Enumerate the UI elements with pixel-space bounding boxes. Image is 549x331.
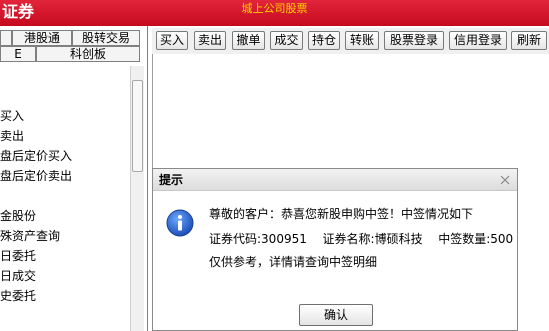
menu-item-today-trades[interactable]: 日成交 xyxy=(0,266,130,286)
menu-item-after-hours-sell[interactable]: 盘后定价卖出 xyxy=(0,166,130,186)
buy-button[interactable]: 买入 xyxy=(156,31,188,50)
code-label: 证券代码: xyxy=(209,232,262,246)
scrollbar-thumb[interactable] xyxy=(132,80,143,172)
refresh-button[interactable]: 刷新 xyxy=(511,31,547,50)
greeting-text: 尊敬的客户：恭喜您新股申购中签！中签情况如下 xyxy=(209,207,474,221)
menu-item-special-assets[interactable]: 殊资产查询 xyxy=(0,226,130,246)
allotment-details: 证券代码:300951 证券名称:博硕科技 中签数量:500 xyxy=(209,230,513,247)
menu-item-funds[interactable]: 金股份 xyxy=(0,206,130,226)
title-bar: 证券 城上公司股票 xyxy=(0,0,549,26)
tab-partial-e[interactable]: E xyxy=(0,46,36,62)
lottery-result-dialog: 提示 尊敬的客户：恭喜您新股申购中签！中签情况如下 证券代码:300951 证券… xyxy=(152,168,518,331)
tab-row-bottom: E 科创板 xyxy=(0,46,148,62)
name-value: 博硕科技 xyxy=(374,232,423,246)
name-label: 证券名称: xyxy=(322,232,375,246)
tab-partial[interactable] xyxy=(0,30,12,46)
tab-row-top: 港股通 股转交易 xyxy=(0,30,148,46)
menu-item-buy[interactable]: 买入 xyxy=(0,106,130,126)
function-menu: 买入 卖出 盘后定价买入 盘后定价卖出 金股份 殊资产查询 日委托 日成交 史委… xyxy=(0,106,130,306)
info-icon xyxy=(166,209,194,237)
confirm-button[interactable]: 确认 xyxy=(299,304,373,326)
tab-star-market[interactable]: 科创板 xyxy=(36,46,140,62)
menu-item-sell[interactable]: 卖出 xyxy=(0,126,130,146)
trades-button[interactable]: 成交 xyxy=(270,31,303,50)
menu-item-after-hours-buy[interactable]: 盘后定价买入 xyxy=(0,146,130,166)
dialog-title: 提示 xyxy=(159,173,184,187)
menu-item-today-orders[interactable]: 日委托 xyxy=(0,246,130,266)
tab-hk-connect[interactable]: 港股通 xyxy=(12,30,72,46)
dialog-header: 提示 xyxy=(153,169,517,191)
close-icon[interactable] xyxy=(497,172,513,188)
stock-login-button[interactable]: 股票登录 xyxy=(384,31,444,50)
sell-button[interactable]: 卖出 xyxy=(194,31,226,50)
transfer-button[interactable]: 转账 xyxy=(345,31,379,50)
left-nav-panel: 港股通 股转交易 E 科创板 买入 卖出 盘后定价买入 盘后定价卖出 金股份 殊… xyxy=(0,26,148,331)
tab-share-transfer[interactable]: 股转交易 xyxy=(72,30,140,46)
qty-label: 中签数量: xyxy=(438,232,491,246)
code-value: 300951 xyxy=(261,232,307,246)
credit-login-button[interactable]: 信用登录 xyxy=(449,31,507,50)
window-title: 城上公司股票 xyxy=(241,2,308,15)
left-scrollbar[interactable] xyxy=(130,66,144,331)
cancel-order-button[interactable]: 撤单 xyxy=(232,31,265,50)
qty-value: 500 xyxy=(490,232,514,246)
menu-item-blank xyxy=(0,186,130,206)
menu-item-history-orders[interactable]: 史委托 xyxy=(0,286,130,306)
positions-button[interactable]: 持仓 xyxy=(308,31,340,50)
toolbar: 买入 卖出 撤单 成交 持仓 转账 股票登录 信用登录 刷新 xyxy=(152,28,549,54)
note-text: 仅供参考，详情请查询中签明细 xyxy=(209,255,378,269)
